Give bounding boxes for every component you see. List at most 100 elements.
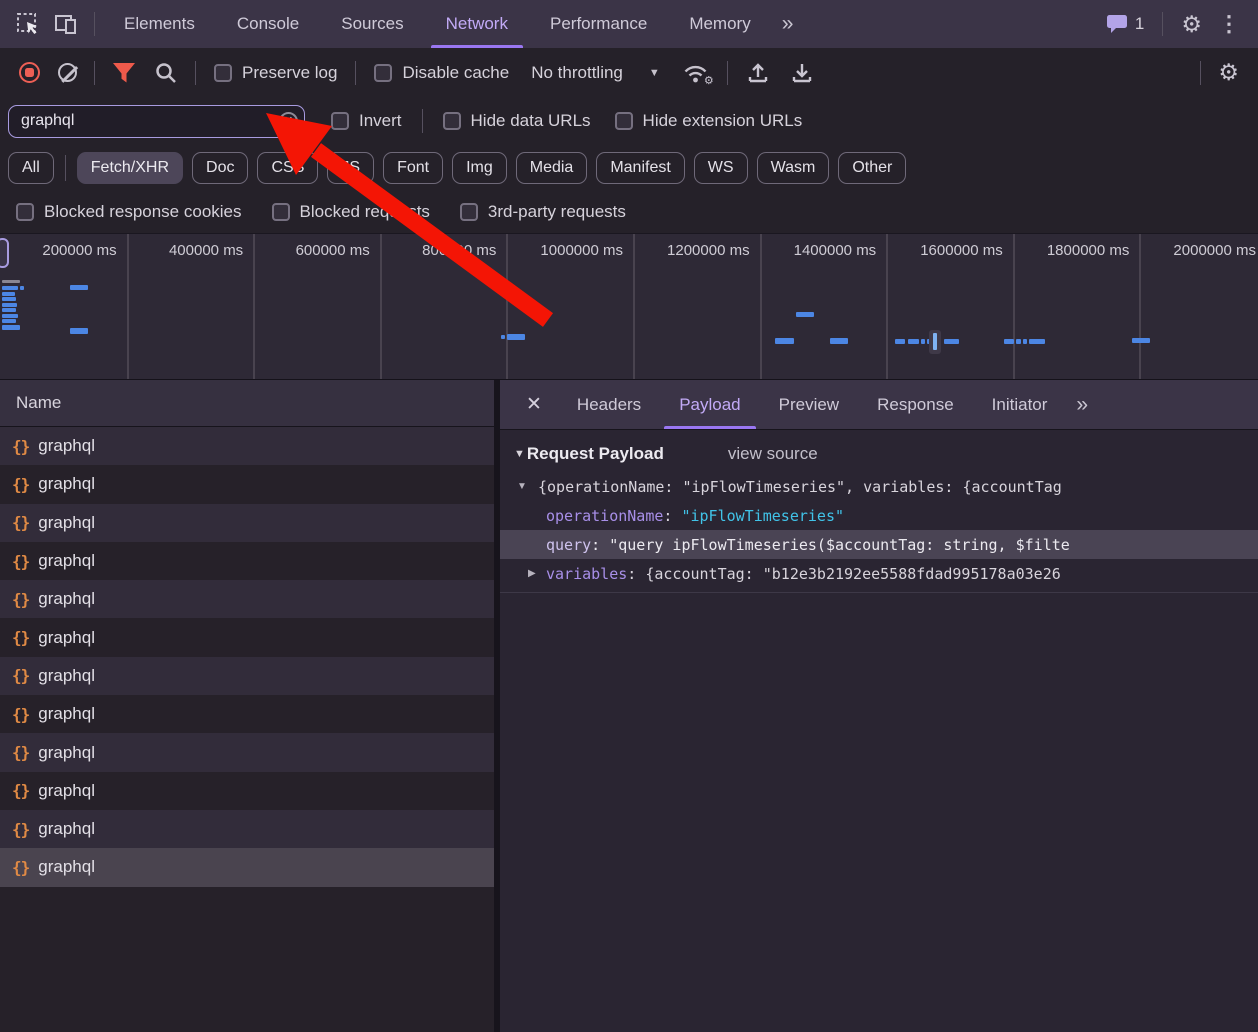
collapse-section-icon[interactable]: ▼ xyxy=(514,448,525,460)
filter-pill-other[interactable]: Other xyxy=(838,152,906,184)
detail-tab-headers[interactable]: Headers xyxy=(558,380,660,429)
view-source-link[interactable]: view source xyxy=(728,444,818,464)
filter-pill-css[interactable]: CSS xyxy=(257,152,318,184)
filter-pill-doc[interactable]: Doc xyxy=(192,152,248,184)
blocked-requests-checkbox[interactable] xyxy=(272,203,290,221)
json-icon: {} xyxy=(12,705,29,724)
export-har-icon[interactable] xyxy=(789,61,815,85)
json-icon: {} xyxy=(12,781,29,800)
invert-option[interactable]: Invert xyxy=(331,111,402,131)
waterfall-bar xyxy=(2,292,15,296)
request-row[interactable]: {}graphql xyxy=(0,580,494,618)
filter-funnel-icon[interactable] xyxy=(112,62,136,84)
hide-extension-urls-checkbox[interactable] xyxy=(615,112,633,130)
tab-performance[interactable]: Performance xyxy=(529,0,668,48)
blocked-requests-option[interactable]: Blocked requests xyxy=(272,202,430,222)
waterfall-bar xyxy=(501,335,505,339)
collapse-icon[interactable]: ▼ xyxy=(517,481,527,492)
detail-tab-preview[interactable]: Preview xyxy=(760,380,858,429)
hide-data-urls-checkbox[interactable] xyxy=(443,112,461,130)
filter-pill-media[interactable]: Media xyxy=(516,152,588,184)
devtools-tabbar: ElementsConsoleSourcesNetworkPerformance… xyxy=(0,0,1258,48)
detail-tabs: HeadersPayloadPreviewResponseInitiator xyxy=(558,380,1066,429)
filter-pill-ws[interactable]: WS xyxy=(694,152,748,184)
json-icon: {} xyxy=(12,437,29,456)
payload-line: ▶variables: {accountTag: "b12e3b2192ee55… xyxy=(500,559,1258,588)
settings-gear-icon[interactable]: ⚙ xyxy=(1181,13,1202,36)
tab-memory[interactable]: Memory xyxy=(668,0,771,48)
filter-pill-js[interactable]: JS xyxy=(327,152,374,184)
payload-tree: ▼{operationName: "ipFlowTimeseries", var… xyxy=(500,472,1258,593)
timeline-tick-label: 1600000 ms xyxy=(886,242,1003,259)
third-party-label: 3rd-party requests xyxy=(488,202,626,222)
device-toolbar-icon[interactable] xyxy=(54,12,78,36)
waterfall-bar xyxy=(2,308,16,312)
filter-pill-all[interactable]: All xyxy=(8,152,54,184)
disable-cache-checkbox[interactable] xyxy=(374,64,392,82)
request-row[interactable]: {}graphql xyxy=(0,618,494,656)
record-network-log-button[interactable] xyxy=(19,62,40,83)
network-overview-timeline[interactable]: 200000 ms400000 ms600000 ms800000 ms1000… xyxy=(0,233,1258,380)
clear-network-log-button[interactable] xyxy=(58,63,77,82)
payload-line: ▼{operationName: "ipFlowTimeseries", var… xyxy=(500,472,1258,501)
payload-text: : {accountTag: "b12e3b2192ee5588fdad9951… xyxy=(627,565,1060,583)
network-filter-row: ✕ Invert Hide data URLs Hide extension U… xyxy=(0,97,1258,145)
request-name: graphql xyxy=(38,436,95,456)
close-detail-icon[interactable]: ✕ xyxy=(510,393,558,416)
payload-section-title[interactable]: Request Payload xyxy=(527,444,664,464)
search-icon[interactable] xyxy=(154,61,178,85)
waterfall-bar xyxy=(2,325,20,330)
divider xyxy=(1162,12,1163,36)
request-row[interactable]: {}graphql xyxy=(0,504,494,542)
network-settings-gear-icon[interactable]: ⚙ xyxy=(1218,61,1239,84)
import-har-icon[interactable] xyxy=(745,61,771,85)
blocked-requests-label: Blocked requests xyxy=(300,202,430,222)
detail-tab-response[interactable]: Response xyxy=(858,380,973,429)
request-row[interactable]: {}graphql xyxy=(0,848,494,886)
third-party-checkbox[interactable] xyxy=(460,203,478,221)
request-row[interactable]: {}graphql xyxy=(0,810,494,848)
blocked-cookies-checkbox[interactable] xyxy=(16,203,34,221)
invert-checkbox[interactable] xyxy=(331,112,349,130)
detail-tab-payload[interactable]: Payload xyxy=(660,380,759,429)
preserve-log-checkbox[interactable] xyxy=(214,64,232,82)
issues-counter[interactable]: 1 xyxy=(1106,14,1144,34)
preserve-log-option[interactable]: Preserve log xyxy=(214,63,337,83)
clear-filter-icon[interactable]: ✕ xyxy=(279,112,298,131)
filter-pill-img[interactable]: Img xyxy=(452,152,507,184)
disable-cache-option[interactable]: Disable cache xyxy=(374,63,509,83)
request-row[interactable]: {}graphql xyxy=(0,733,494,771)
overflow-menu-icon[interactable]: ⋮ xyxy=(1212,11,1246,37)
timeline-gridline xyxy=(506,234,508,379)
detail-tab-initiator[interactable]: Initiator xyxy=(973,380,1067,429)
more-tabs-icon[interactable]: » xyxy=(772,12,802,36)
network-filter-input[interactable] xyxy=(8,105,305,138)
request-row[interactable]: {}graphql xyxy=(0,695,494,733)
payload-line: query: "query ipFlowTimeseries($accountT… xyxy=(500,530,1258,559)
inspect-element-icon[interactable] xyxy=(16,12,40,36)
throttling-dropdown[interactable]: No throttling ▼ xyxy=(531,63,660,83)
name-column-header[interactable]: Name xyxy=(0,380,494,427)
filter-pill-wasm[interactable]: Wasm xyxy=(757,152,830,184)
more-detail-tabs-icon[interactable]: » xyxy=(1066,393,1096,417)
tab-console[interactable]: Console xyxy=(216,0,320,48)
request-row[interactable]: {} graphql xyxy=(0,427,494,465)
tab-sources[interactable]: Sources xyxy=(320,0,424,48)
issues-count: 1 xyxy=(1135,14,1144,34)
filter-pill-fetch-xhr[interactable]: Fetch/XHR xyxy=(77,152,183,184)
hide-extension-urls-option[interactable]: Hide extension URLs xyxy=(615,111,803,131)
blocked-cookies-option[interactable]: Blocked response cookies xyxy=(16,202,242,222)
tab-elements[interactable]: Elements xyxy=(103,0,216,48)
network-conditions-icon[interactable]: ⚙ xyxy=(682,62,709,84)
filter-pill-manifest[interactable]: Manifest xyxy=(596,152,684,184)
hide-data-urls-option[interactable]: Hide data URLs xyxy=(443,111,591,131)
expand-icon[interactable]: ▶ xyxy=(528,568,536,579)
filter-pill-font[interactable]: Font xyxy=(383,152,443,184)
divider xyxy=(94,61,95,85)
third-party-option[interactable]: 3rd-party requests xyxy=(460,202,626,222)
request-row[interactable]: {}graphql xyxy=(0,465,494,503)
tab-network[interactable]: Network xyxy=(425,0,529,48)
request-row[interactable]: {}graphql xyxy=(0,657,494,695)
request-row[interactable]: {}graphql xyxy=(0,772,494,810)
request-row[interactable]: {}graphql xyxy=(0,542,494,580)
